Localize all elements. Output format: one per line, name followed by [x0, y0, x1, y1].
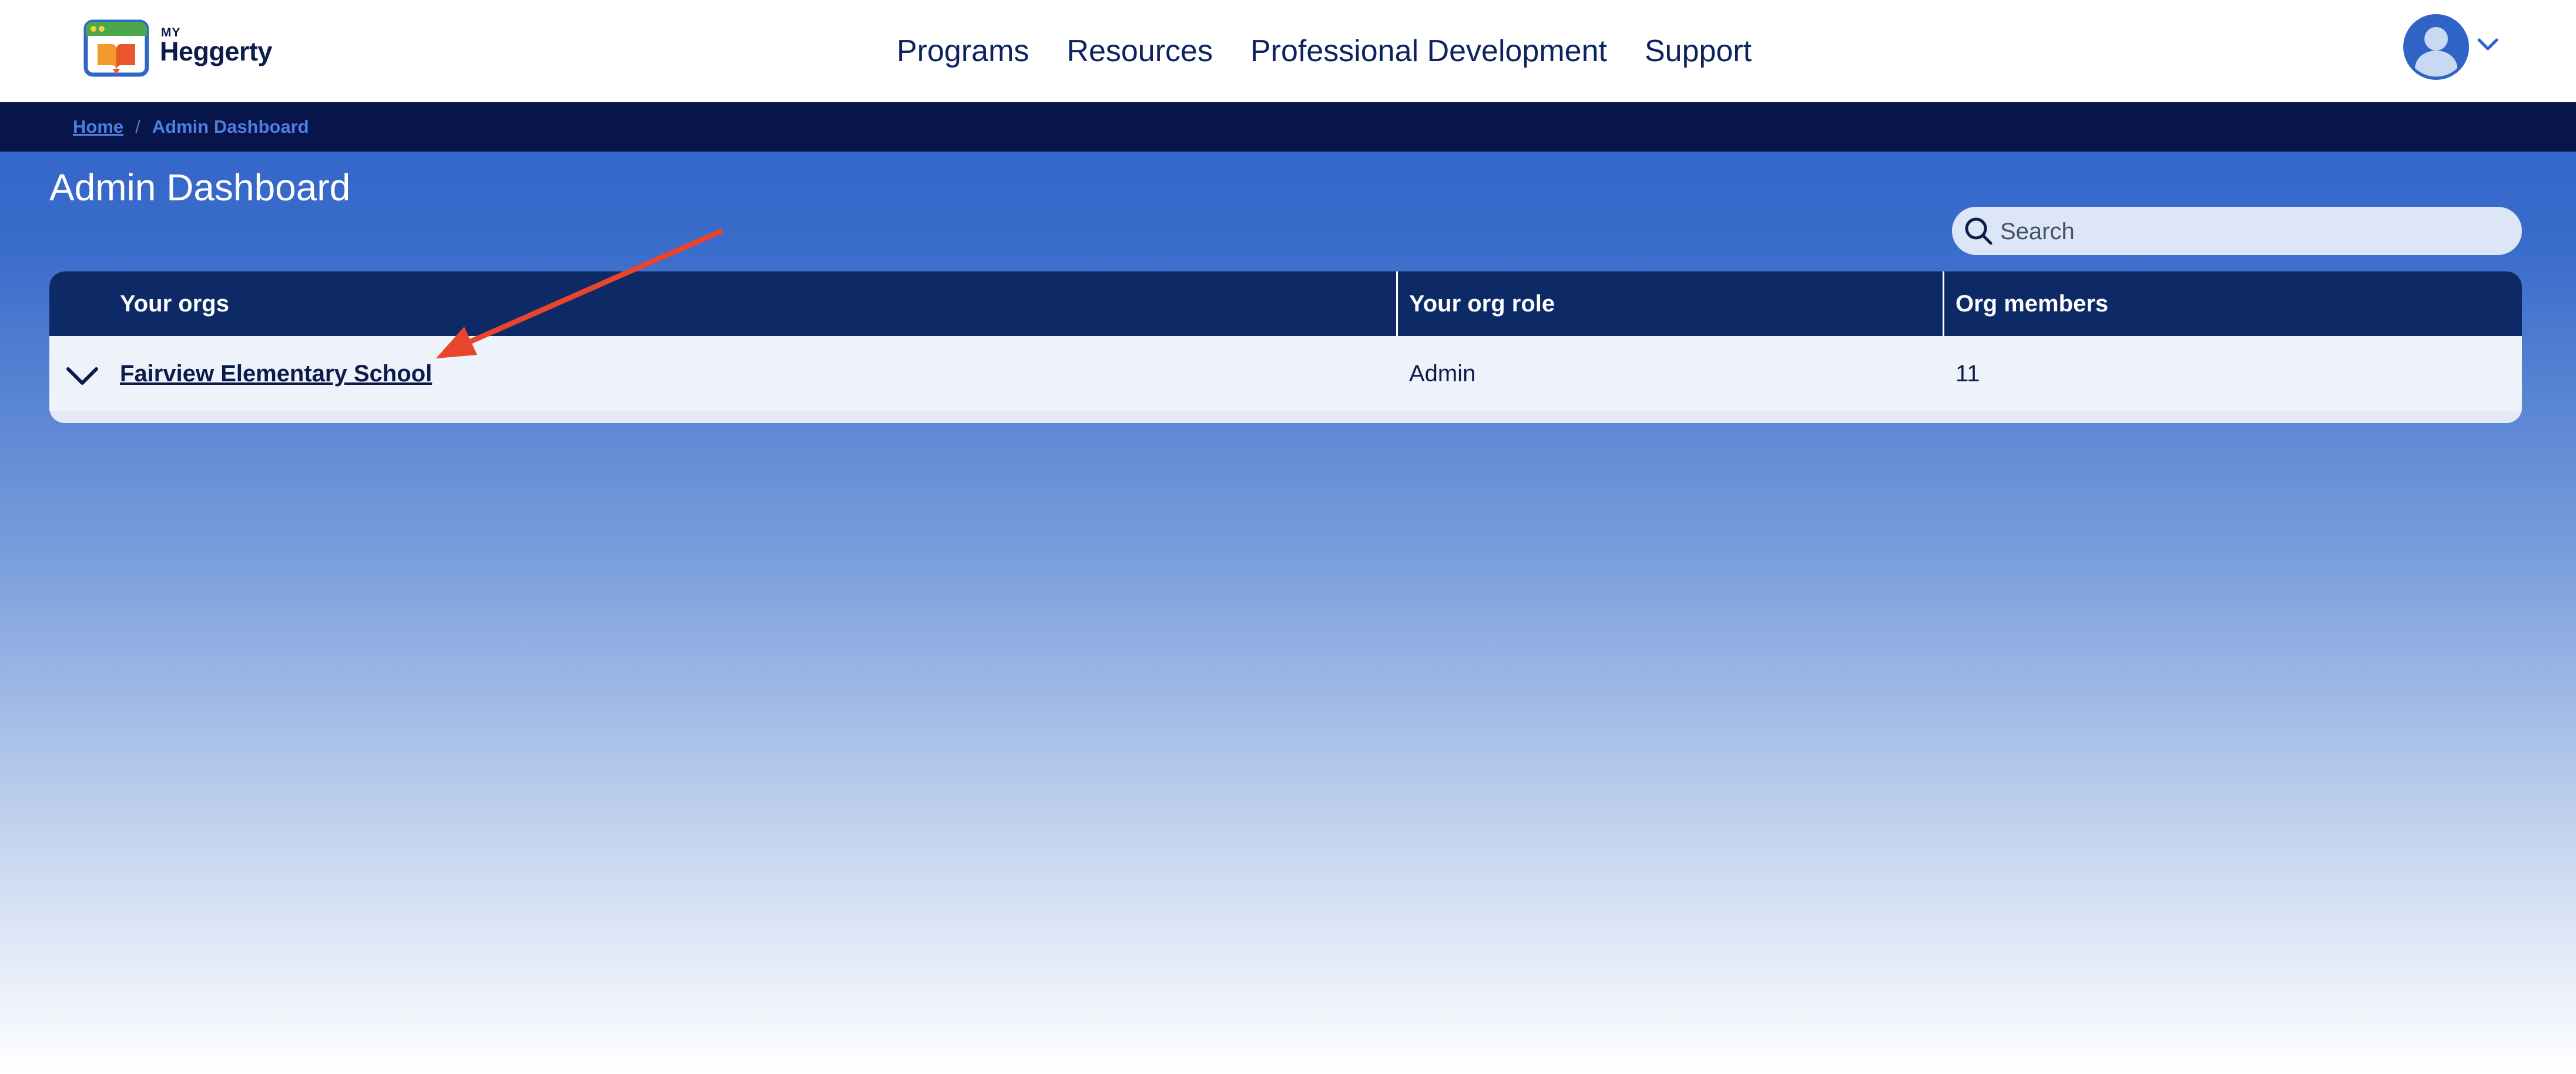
- expand-row-chevron-icon[interactable]: [66, 365, 99, 387]
- org-name-link[interactable]: Fairview Elementary School: [120, 361, 432, 387]
- main-nav: Programs Resources Professional Developm…: [897, 31, 1752, 72]
- breadcrumb-home-link[interactable]: Home: [73, 116, 123, 137]
- org-members-cell: 11: [1956, 360, 1980, 387]
- org-name-cell: Fairview Elementary School: [120, 336, 432, 411]
- nav-professional-development[interactable]: Professional Development: [1250, 33, 1607, 69]
- search-box[interactable]: [1952, 207, 2522, 256]
- user-avatar-icon[interactable]: [2402, 13, 2470, 81]
- breadcrumb-separator: /: [135, 116, 140, 137]
- column-divider: [1396, 271, 1398, 336]
- nav-support[interactable]: Support: [1645, 33, 1752, 69]
- book-logo-icon: [83, 19, 149, 77]
- breadcrumb-current: Admin Dashboard: [152, 116, 309, 137]
- column-divider: [1943, 271, 1944, 336]
- top-navigation: MY Heggerty Programs Resources Professio…: [0, 0, 2576, 102]
- column-header-org-members: Org members: [1956, 290, 2109, 317]
- search-input[interactable]: [1999, 207, 2507, 256]
- page-title: Admin Dashboard: [49, 166, 351, 209]
- nav-programs[interactable]: Programs: [897, 33, 1029, 69]
- nav-resources[interactable]: Resources: [1066, 33, 1213, 69]
- table-row: Fairview Elementary School Admin 11: [49, 336, 2522, 411]
- search-icon: [1965, 217, 1993, 245]
- heggerty-logo[interactable]: MY Heggerty: [83, 18, 283, 82]
- column-header-your-orgs: Your orgs: [120, 290, 229, 317]
- annotation-arrow: [436, 229, 723, 358]
- logo-brand-name: Heggerty: [160, 36, 273, 66]
- org-role-cell: Admin: [1409, 360, 1476, 387]
- breadcrumb: Home / Admin Dashboard: [0, 102, 2576, 152]
- table-header: Your orgs Your org role Org members: [49, 271, 2522, 336]
- orgs-table: Your orgs Your org role Org members Fair…: [49, 271, 2522, 423]
- column-header-org-role: Your org role: [1409, 290, 1555, 317]
- chevron-down-icon[interactable]: [2477, 38, 2498, 52]
